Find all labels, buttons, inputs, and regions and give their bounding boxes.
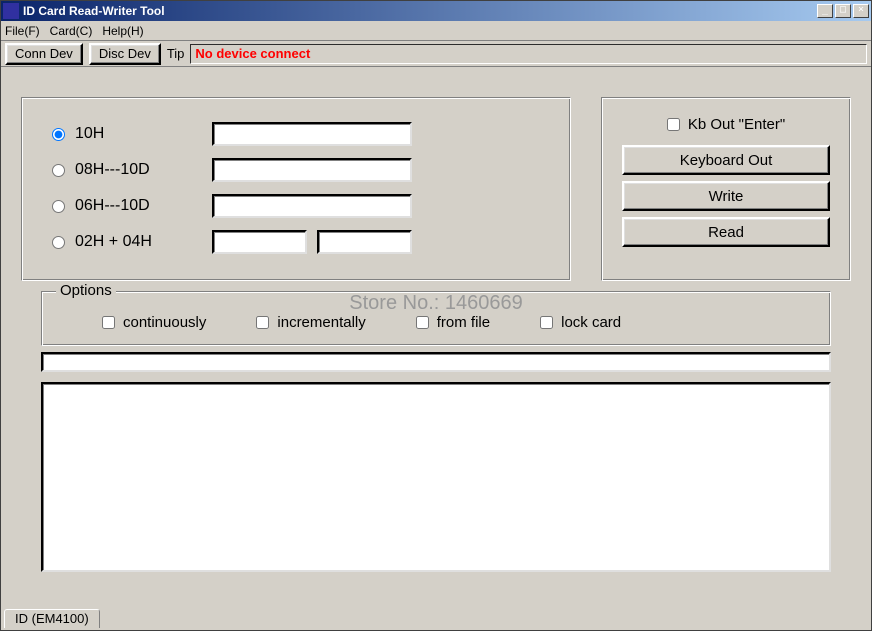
keyboard-out-button[interactable]: Keyboard Out <box>622 145 830 175</box>
minimize-button[interactable]: _ <box>817 4 833 18</box>
menu-help[interactable]: Help(H) <box>102 24 143 38</box>
action-group: Kb Out "Enter" Keyboard Out Write Read <box>601 97 851 281</box>
tab-id-em4100[interactable]: ID (EM4100) <box>4 609 100 628</box>
continuously-option[interactable]: continuously <box>102 314 206 331</box>
input-06h[interactable] <box>212 194 412 218</box>
app-icon <box>3 3 19 19</box>
lock-card-option[interactable]: lock card <box>540 314 621 331</box>
maximize-button[interactable]: □ <box>835 4 851 18</box>
lock-card-checkbox[interactable] <box>540 316 553 329</box>
kbout-label: Kb Out "Enter" <box>688 116 785 133</box>
menu-card[interactable]: Card(C) <box>50 24 93 38</box>
radio-08h-input[interactable] <box>52 164 65 177</box>
input-02h-b[interactable] <box>317 230 412 254</box>
menu-file[interactable]: File(F) <box>5 24 40 38</box>
radio-08h-label: 08H---10D <box>75 161 150 179</box>
radio-02h04h[interactable]: 02H + 04H <box>52 233 212 251</box>
close-button[interactable]: × <box>853 4 869 18</box>
conn-dev-button[interactable]: Conn Dev <box>5 43 83 65</box>
incrementally-label: incrementally <box>277 314 365 331</box>
radio-06h-input[interactable] <box>52 200 65 213</box>
radio-02h04h-label: 02H + 04H <box>75 233 152 251</box>
read-button[interactable]: Read <box>622 217 830 247</box>
from-file-checkbox[interactable] <box>416 316 429 329</box>
input-10h[interactable] <box>212 122 412 146</box>
from-file-option[interactable]: from file <box>416 314 490 331</box>
incrementally-option[interactable]: incrementally <box>256 314 365 331</box>
input-02h-a[interactable] <box>212 230 307 254</box>
disc-dev-button[interactable]: Disc Dev <box>89 43 161 65</box>
radio-10h[interactable]: 10H <box>52 125 212 143</box>
kbout-checkbox[interactable] <box>667 118 680 131</box>
format-group: 10H 08H---10D 06H---10D <box>21 97 571 281</box>
continuously-checkbox[interactable] <box>102 316 115 329</box>
incrementally-checkbox[interactable] <box>256 316 269 329</box>
input-08h[interactable] <box>212 158 412 182</box>
toolbar: Conn Dev Disc Dev Tip No device connect <box>1 41 871 67</box>
window-title: ID Card Read-Writer Tool <box>23 4 817 18</box>
from-file-label: from file <box>437 314 490 331</box>
status-input[interactable] <box>41 352 831 372</box>
radio-02h04h-input[interactable] <box>52 236 65 249</box>
radio-10h-input[interactable] <box>52 128 65 141</box>
radio-10h-label: 10H <box>75 125 104 143</box>
radio-06h[interactable]: 06H---10D <box>52 197 212 215</box>
options-legend: Options <box>56 282 116 299</box>
log-textarea[interactable] <box>41 382 831 572</box>
radio-08h[interactable]: 08H---10D <box>52 161 212 179</box>
radio-06h-label: 06H---10D <box>75 197 150 215</box>
lock-card-label: lock card <box>561 314 621 331</box>
options-group: Options continuously incrementally from … <box>41 291 831 346</box>
client-area: 10H 08H---10D 06H---10D <box>1 67 871 630</box>
tip-label: Tip <box>167 46 185 61</box>
titlebar: ID Card Read-Writer Tool _ □ × <box>1 1 871 21</box>
tip-field: No device connect <box>190 44 867 64</box>
menubar: File(F) Card(C) Help(H) <box>1 21 871 41</box>
continuously-label: continuously <box>123 314 206 331</box>
write-button[interactable]: Write <box>622 181 830 211</box>
